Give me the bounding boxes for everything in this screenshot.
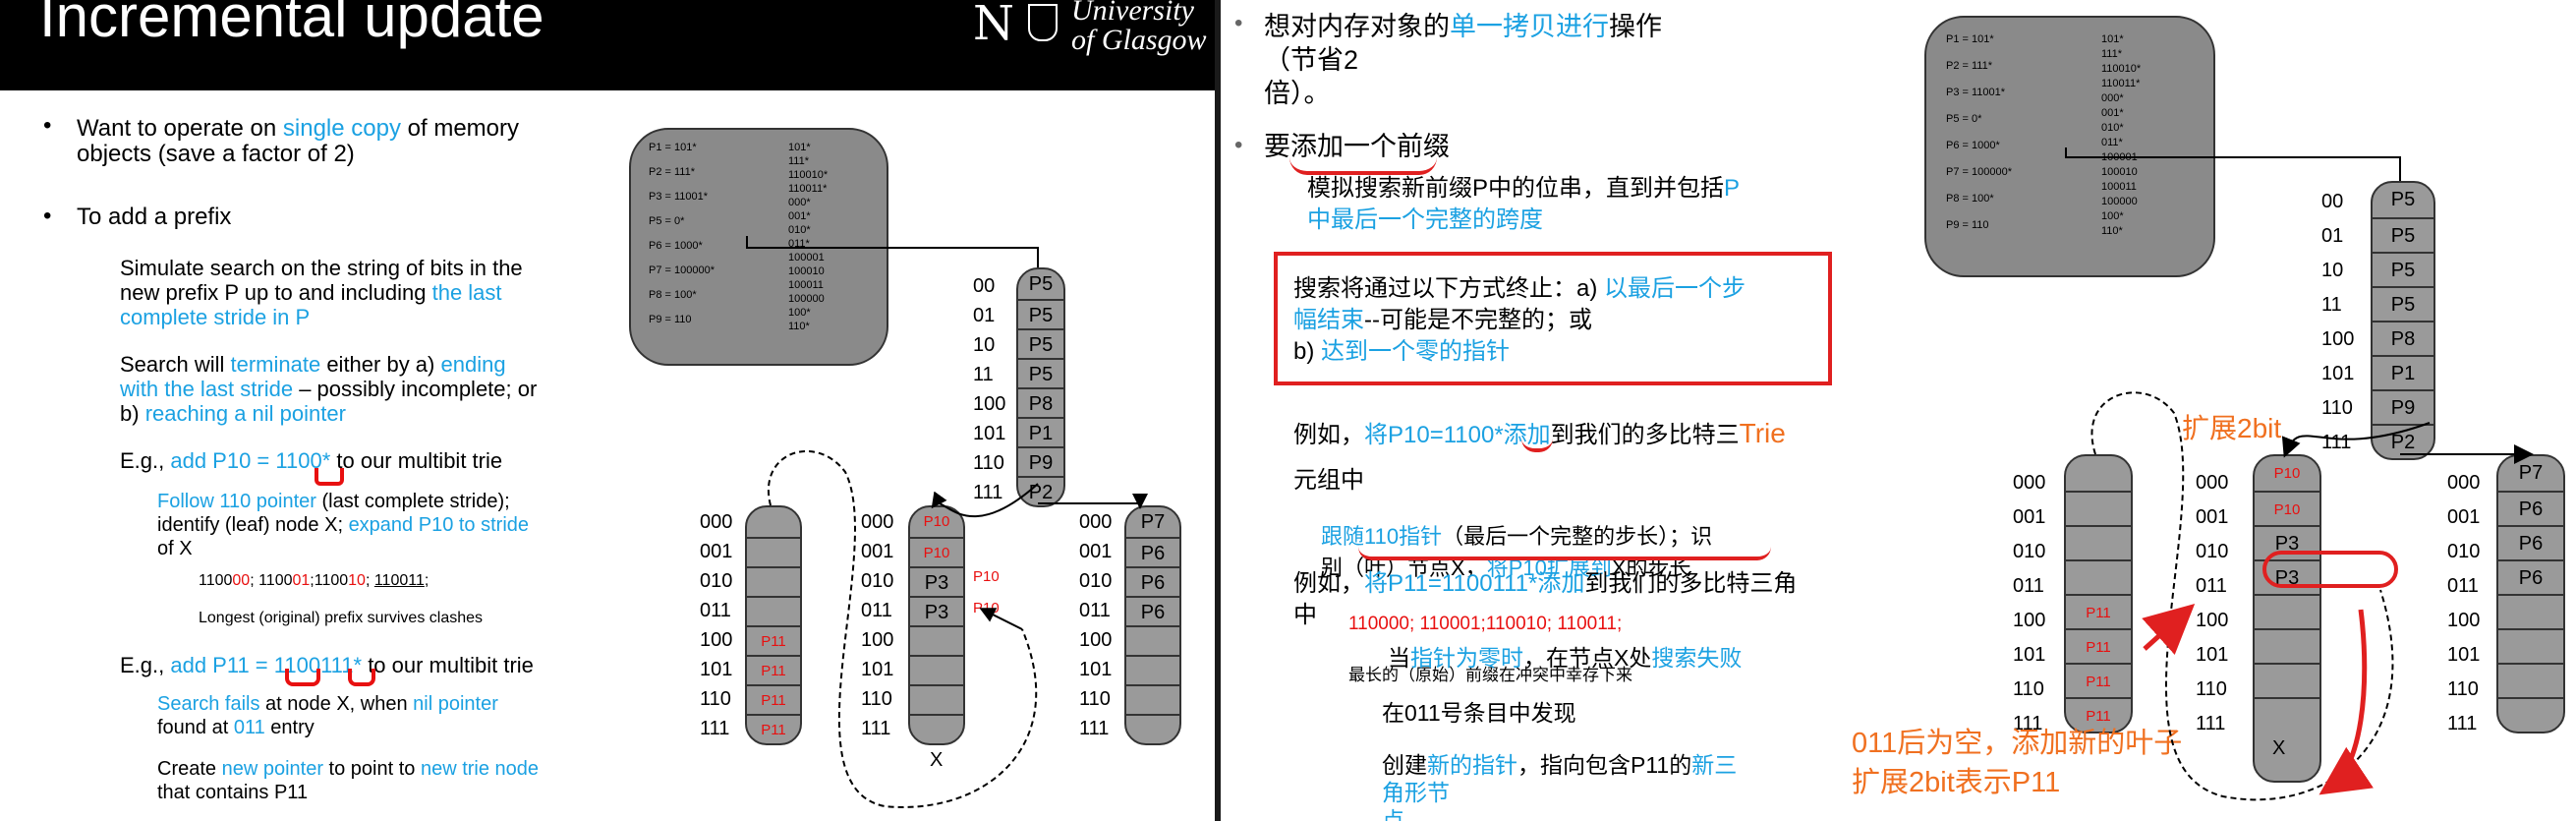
- right-slide-translation: • 想对内存对象的单一拷贝进行操作（节省2 倍）。 • 要添加一个前缀 模拟搜索新…: [1221, 0, 2576, 821]
- left-slide: Incremental update N University of Glasg…: [0, 0, 1215, 821]
- pointer-arrows: [746, 236, 1148, 808]
- pointer-arrows: [2065, 147, 2534, 801]
